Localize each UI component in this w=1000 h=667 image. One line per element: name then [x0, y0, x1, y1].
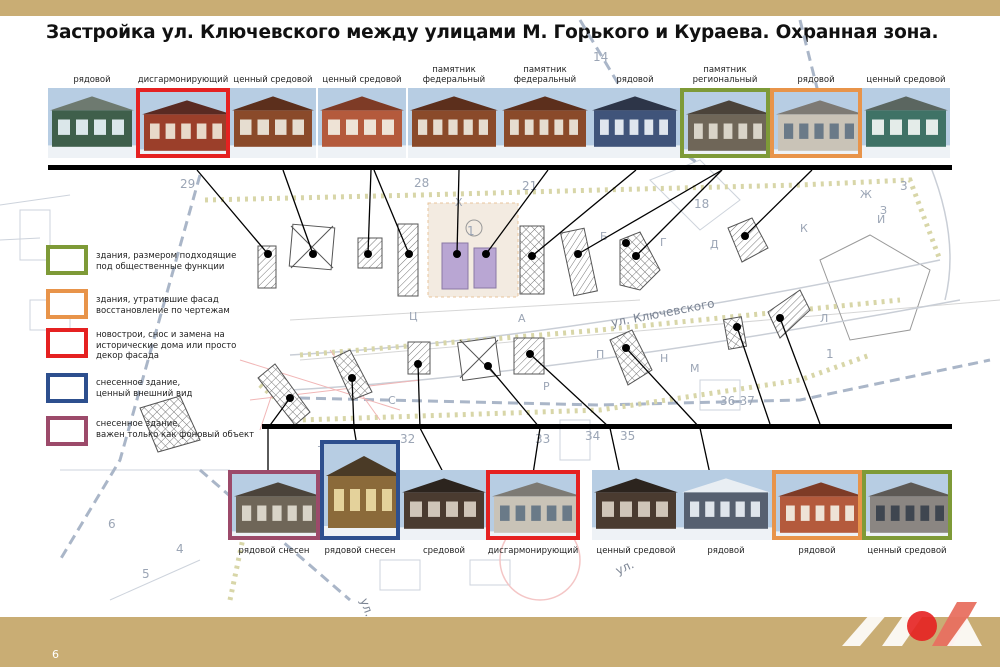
- building: [288, 223, 336, 271]
- photo-caption: памятник федеральный: [422, 65, 486, 85]
- photo-caption: ценный средовой: [596, 546, 676, 556]
- photo-caption: дисгармонирующий: [487, 546, 579, 556]
- plot-number: 18: [694, 197, 709, 211]
- legend-swatch-orange: [46, 289, 88, 319]
- legend-swatch-red: [46, 328, 88, 358]
- plot-number: 5: [142, 567, 150, 581]
- plot-number: 4: [176, 542, 184, 556]
- plot-number: 14: [593, 50, 608, 64]
- plot-number: 1: [467, 224, 475, 238]
- legend-label: снесенное здание, важен только как фонов…: [96, 419, 255, 440]
- street-name: ул.: [613, 557, 636, 578]
- legend-label: новострои, снос и замена на исторические…: [96, 330, 237, 361]
- svg-text:Х: Х: [455, 196, 463, 209]
- building-photo: [592, 470, 680, 540]
- building-photo: [500, 88, 590, 158]
- plot-number: 21: [522, 179, 537, 193]
- photo-caption: рядовой снесен: [324, 546, 396, 556]
- svg-text:А: А: [518, 312, 526, 325]
- building-photo: [862, 88, 950, 158]
- plot-number: 6: [108, 517, 116, 531]
- building-photo: [318, 88, 406, 158]
- photo-caption: ценный средовой: [233, 75, 313, 85]
- building-photo: [486, 470, 580, 540]
- legend-label: здания, размером подходящие под обществе…: [96, 251, 237, 272]
- building: [407, 341, 431, 375]
- legend-label: здания, утратившие фасад восстановление …: [96, 295, 230, 316]
- plot-number: 29: [180, 177, 195, 191]
- svg-text:Д: Д: [710, 238, 719, 251]
- building: [727, 217, 769, 263]
- building-photo: [400, 470, 488, 540]
- building-photo: [862, 470, 952, 540]
- building: [257, 363, 311, 426]
- building-photo: [770, 88, 862, 158]
- svg-text:К: К: [800, 222, 808, 235]
- svg-text:С: С: [388, 394, 396, 407]
- building-photo: [230, 88, 316, 158]
- building-photo: [680, 88, 770, 158]
- photo-caption: ценный средовой: [867, 546, 947, 556]
- legend-swatch-purple: [46, 416, 88, 446]
- building-photo: [48, 88, 136, 158]
- legend-swatch-green: [46, 245, 88, 275]
- photo-caption: памятник региональный: [692, 65, 758, 85]
- svg-text:Ц: Ц: [409, 310, 418, 323]
- plot-number: 34: [585, 429, 600, 443]
- brand-logo: [842, 602, 982, 646]
- building-photo: [320, 440, 400, 540]
- building-photo: [228, 470, 320, 540]
- photo-caption: памятник федеральный: [513, 65, 577, 85]
- photo-caption: рядовой снесен: [238, 546, 310, 556]
- svg-text:Ж: Ж: [860, 188, 872, 201]
- photo-caption: рядовой: [73, 75, 111, 85]
- building-photo: [408, 88, 500, 158]
- building: [560, 227, 598, 297]
- photo-caption: рядовой: [797, 75, 835, 85]
- photo-caption: средовой: [422, 546, 466, 556]
- photo-caption: ценный средовой: [866, 75, 946, 85]
- plot-number: 32: [400, 432, 415, 446]
- plot-number: 36-37: [720, 394, 755, 408]
- photo-caption: рядовой: [798, 546, 836, 556]
- svg-text:П: П: [596, 348, 604, 361]
- building-photo: [590, 88, 680, 158]
- buildings: [139, 217, 811, 453]
- photo-caption: рядовой: [616, 75, 654, 85]
- top-divider-bar: [48, 165, 952, 170]
- photo-caption: ценный средовой: [322, 75, 402, 85]
- svg-text:Р: Р: [543, 380, 550, 393]
- historic-building: [441, 242, 469, 290]
- svg-text:Н: Н: [660, 352, 668, 365]
- photo-caption: дисгармонирующий: [137, 75, 229, 85]
- plot-number: 3: [900, 179, 908, 193]
- building-photo: [772, 470, 862, 540]
- plot-number: 35: [620, 429, 635, 443]
- svg-text:М: М: [690, 362, 700, 375]
- plot-number: 1: [826, 347, 834, 361]
- page-number: 6: [52, 648, 59, 661]
- legend-swatch-blue: [46, 373, 88, 403]
- plot-number: 28: [414, 176, 429, 190]
- photo-caption: рядовой: [707, 546, 745, 556]
- legend-label: снесенное здание, ценный внешний вид: [96, 378, 193, 399]
- building-photo: [136, 88, 230, 158]
- svg-text:Л: Л: [820, 312, 828, 325]
- svg-text:И: И: [877, 213, 885, 226]
- svg-text:Г: Г: [660, 236, 667, 249]
- building-photo: [680, 470, 772, 540]
